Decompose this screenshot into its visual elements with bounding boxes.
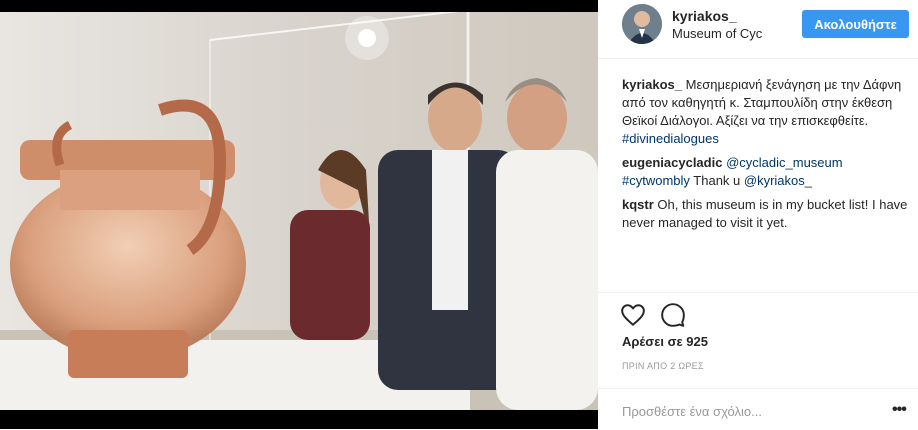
add-comment-bar: ••• [598,388,918,430]
post-sidebar: kyriakos_ Museum of Cyc... Ακολουθήστε k… [598,0,918,429]
instagram-post: kyriakos_ Museum of Cyc... Ακολουθήστε k… [0,0,918,429]
comment-input[interactable] [620,400,864,422]
more-options-icon[interactable]: ••• [892,401,907,419]
comment-user[interactable]: kyriakos_ [622,77,682,92]
comment-list: kyriakos_ Μεσημεριανή ξενάγηση με την Δά… [622,76,910,238]
comment-user[interactable]: kqstr [622,197,654,212]
comment-text: Oh, this museum is in my bucket list! I … [622,197,908,230]
post-header: kyriakos_ Museum of Cyc... Ακολουθήστε [598,0,918,59]
mention-link[interactable]: @kyriakos_ [744,173,812,188]
timestamp[interactable]: ΠΡΙΝ ΑΠΟ 2 ΩΡΕΣ [622,361,704,371]
post-photo[interactable] [0,0,598,429]
actions-divider [598,292,918,294]
museum-visit-image [0,10,598,410]
comment-text: Thank u [689,173,744,188]
mention-link[interactable]: @cycladic_museum [726,155,843,170]
heart-icon[interactable] [620,302,646,328]
comment-item: kqstr Oh, this museum is in my bucket li… [622,196,910,232]
speech-bubble-icon[interactable] [660,302,686,328]
comment-user[interactable]: eugeniacycladic [622,155,722,170]
comment-item: eugeniacycladic @cycladic_museum #cytwom… [622,154,910,190]
location-link[interactable]: Museum of Cyc... [672,26,762,41]
hashtag-link[interactable]: #divinedialogues [622,131,719,146]
hashtag-link[interactable]: #cytwombly [622,173,690,188]
avatar[interactable] [622,4,662,44]
username[interactable]: kyriakos_ [672,8,737,24]
likes-count[interactable]: Αρέσει σε 925 [622,334,708,349]
follow-button[interactable]: Ακολουθήστε [802,10,909,38]
profile-photo-icon [622,4,662,44]
caption: kyriakos_ Μεσημεριανή ξενάγηση με την Δά… [622,76,910,148]
